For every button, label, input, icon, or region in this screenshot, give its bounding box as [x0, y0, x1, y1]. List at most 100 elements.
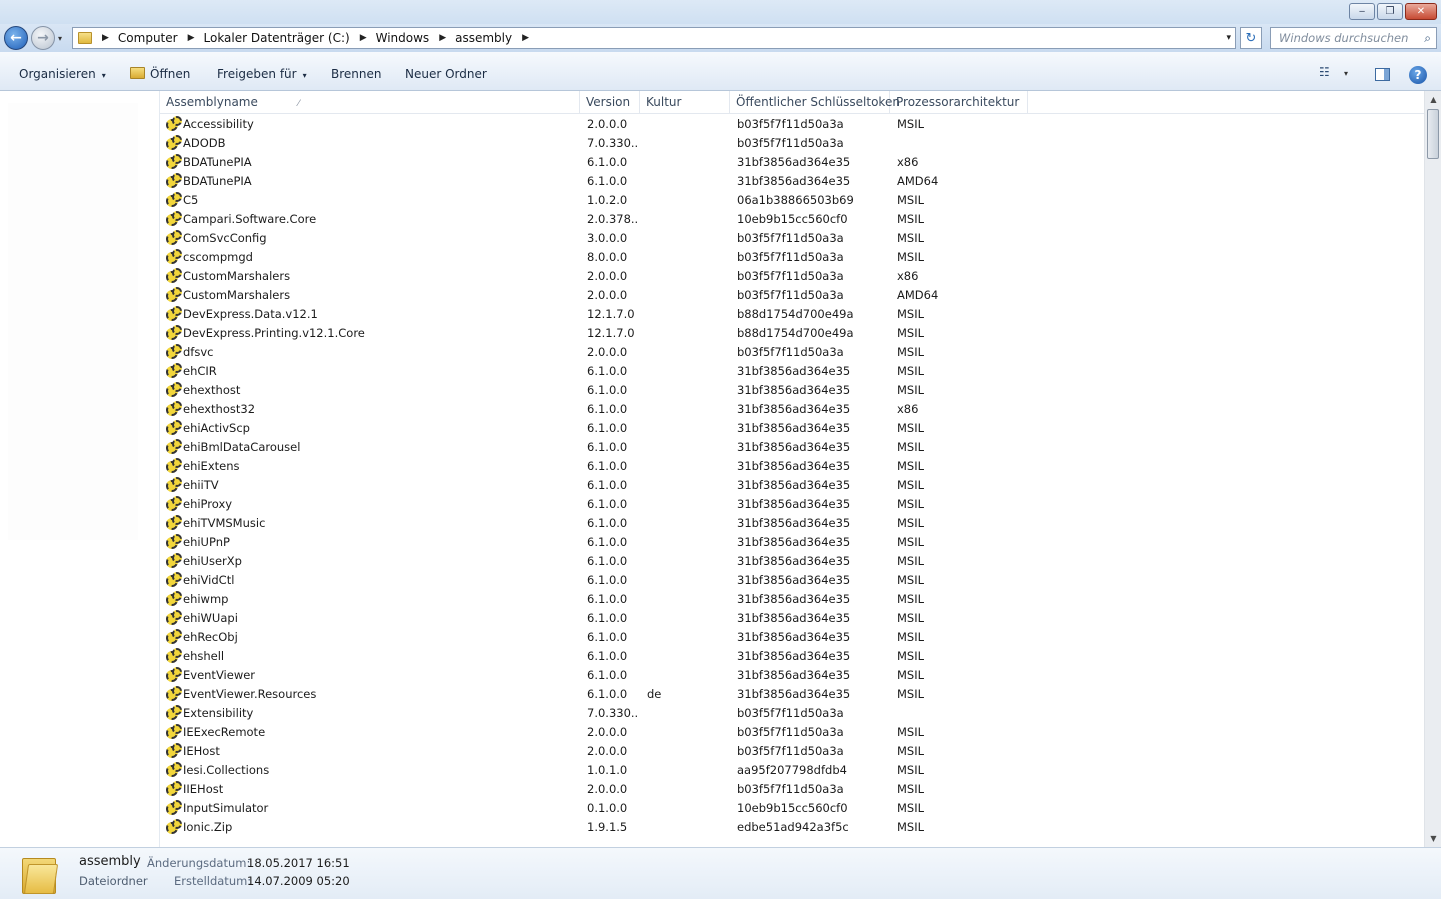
table-row[interactable]: ehexthost32 6.1.0.0 31bf3856ad364e35 x86 — [160, 400, 1424, 419]
public-key-token-cell-text: 31bf3856ad364e35 — [737, 440, 851, 454]
table-row[interactable]: ehexthost 6.1.0.0 31bf3856ad364e35 MSIL — [160, 381, 1424, 400]
table-row[interactable]: ehiVidCtl 6.1.0.0 31bf3856ad364e35 MSIL — [160, 571, 1424, 590]
column-header-version[interactable]: Version — [580, 91, 640, 114]
assembly-name-cell: DevExpress.Printing.v12.1.Core — [165, 324, 575, 343]
table-row[interactable]: cscompmgd 8.0.0.0 b03f5f7f11d50a3a MSIL — [160, 248, 1424, 267]
table-row[interactable]: IIEHost 2.0.0.0 b03f5f7f11d50a3a MSIL — [160, 780, 1424, 799]
scroll-up-button[interactable]: ▲ — [1425, 91, 1441, 108]
processor-architecture-cell-text: MSIL — [897, 649, 925, 663]
close-button[interactable]: ✕ — [1405, 3, 1437, 20]
table-row[interactable]: DevExpress.Data.v12.1 12.1.7.0 b88d1754d70… — [160, 305, 1424, 324]
assembly-name-cell: Extensibility — [165, 704, 575, 723]
table-row[interactable]: ehiWUapi 6.1.0.0 31bf3856ad364e35 MSIL — [160, 609, 1424, 628]
column-header-public-key-token[interactable]: Öffentlicher Schlüsseltoken — [730, 91, 900, 114]
back-button[interactable]: ← — [4, 26, 28, 50]
table-row[interactable]: ehiUPnP 6.1.0.0 31bf3856ad364e35 MSIL — [160, 533, 1424, 552]
table-row[interactable]: Accessibility 2.0.0.0 b03f5f7f11d50a3a MSIL — [160, 115, 1424, 134]
processor-architecture-cell: MSIL — [897, 324, 1017, 343]
table-row[interactable]: ComSvcConfig 3.0.0.0 b03f5f7f11d50a3a MSIL — [160, 229, 1424, 248]
assembly-name-cell-text: Campari.Software.Core — [183, 212, 317, 226]
table-row[interactable]: ehiActivScp 6.1.0.0 31bf3856ad364e35 MSIL — [160, 419, 1424, 438]
column-header-processor-architecture[interactable]: Prozessorarchitektur — [890, 91, 1028, 114]
refresh-button[interactable]: ↻ — [1240, 27, 1262, 49]
minimize-button[interactable]: ‒ — [1349, 3, 1375, 20]
version-cell: 2.0.0.0 — [587, 742, 639, 761]
breadcrumb-computer[interactable]: Computer — [118, 31, 178, 45]
open-button[interactable]: Öffnen — [130, 67, 190, 81]
table-row[interactable]: ADODB 7.0.330... b03f5f7f11d50a3a — [160, 134, 1424, 153]
assembly-list[interactable]: Assemblyname ⁄ Version Kultur Öffentliche… — [160, 91, 1424, 847]
assembly-name-cell: EventViewer — [165, 666, 575, 685]
table-row[interactable]: BDATunePIA 6.1.0.0 31bf3856ad364e35 AMD64 — [160, 172, 1424, 191]
table-row[interactable]: DevExpress.Printing.v12.1.Core 12.1.7.0 b8… — [160, 324, 1424, 343]
public-key-token-cell: 31bf3856ad364e35 — [737, 685, 887, 704]
preview-pane-icon[interactable] — [1375, 68, 1390, 81]
public-key-token-cell: b88d1754d700e49a — [737, 324, 887, 343]
view-options-dropdown[interactable]: ▾ — [1344, 69, 1348, 78]
public-key-token-cell-text: b03f5f7f11d50a3a — [737, 725, 844, 739]
search-icon[interactable]: ⌕ — [1424, 31, 1431, 46]
public-key-token-cell-text: 31bf3856ad364e35 — [737, 402, 851, 416]
table-row[interactable]: IEHost 2.0.0.0 b03f5f7f11d50a3a MSIL — [160, 742, 1424, 761]
table-row[interactable]: ehiiTV 6.1.0.0 31bf3856ad364e35 MSIL — [160, 476, 1424, 495]
table-row[interactable]: ehiTVMSMusic 6.1.0.0 31bf3856ad364e35 MSIL — [160, 514, 1424, 533]
table-row[interactable]: ehRecObj 6.1.0.0 31bf3856ad364e35 MSIL — [160, 628, 1424, 647]
table-row[interactable]: CustomMarshalers 2.0.0.0 b03f5f7f11d50a3a x… — [160, 267, 1424, 286]
culture-cell — [647, 172, 727, 191]
burn-button[interactable]: Brennen — [331, 67, 381, 81]
table-row[interactable]: Ionic.Zip 1.9.1.5 edbe51ad942a3f5c MSIL — [160, 818, 1424, 837]
change-view-icon[interactable]: ☷ — [1319, 65, 1330, 79]
navigation-tree[interactable] — [8, 103, 138, 540]
table-row[interactable]: Extensibility 7.0.330... b03f5f7f11d50a3a — [160, 704, 1424, 723]
table-row[interactable]: ehCIR 6.1.0.0 31bf3856ad364e35 MSIL — [160, 362, 1424, 381]
culture-cell — [647, 267, 727, 286]
table-row[interactable]: ehiExtens 6.1.0.0 31bf3856ad364e35 MSIL — [160, 457, 1424, 476]
organize-button[interactable]: Organisieren ▾ — [19, 67, 106, 81]
table-row[interactable]: ehiProxy 6.1.0.0 31bf3856ad364e35 MSIL — [160, 495, 1424, 514]
maximize-button[interactable]: ❐ — [1377, 3, 1403, 20]
address-history-dropdown[interactable]: ▾ — [1226, 33, 1231, 43]
table-row[interactable]: Campari.Software.Core 2.0.378... 10eb9b15c… — [160, 210, 1424, 229]
table-row[interactable]: ehiBmlDataCarousel 6.1.0.0 31bf3856ad364e3… — [160, 438, 1424, 457]
processor-architecture-cell-text: MSIL — [897, 763, 925, 777]
column-header-culture[interactable]: Kultur — [640, 91, 730, 114]
navigation-pane[interactable] — [0, 91, 160, 847]
column-header-assembly-name[interactable]: Assemblyname ⁄ — [160, 91, 580, 114]
breadcrumb-separator[interactable]: ▶ — [439, 33, 446, 43]
forward-button[interactable]: → — [31, 26, 55, 50]
new-folder-button[interactable]: Neuer Ordner — [405, 67, 487, 81]
address-bar[interactable]: ▶ Computer ▶ Lokaler Datenträger (C:) ▶ … — [72, 27, 1236, 49]
table-row[interactable]: BDATunePIA 6.1.0.0 31bf3856ad364e35 x86 — [160, 153, 1424, 172]
table-row[interactable]: dfsvc 2.0.0.0 b03f5f7f11d50a3a MSIL — [160, 343, 1424, 362]
public-key-token-cell-text: b03f5f7f11d50a3a — [737, 136, 844, 150]
vertical-scrollbar[interactable]: ▲ ▼ — [1424, 91, 1441, 847]
table-row[interactable]: C5 1.0.2.0 06a1b38866503b69 MSIL — [160, 191, 1424, 210]
recent-pages-dropdown[interactable]: ▾ — [58, 34, 62, 43]
breadcrumb-windows[interactable]: Windows — [376, 31, 430, 45]
assembly-icon — [165, 496, 182, 511]
assembly-icon — [165, 363, 182, 378]
table-row[interactable]: ehiUserXp 6.1.0.0 31bf3856ad364e35 MSIL — [160, 552, 1424, 571]
assembly-name-cell: ehCIR — [165, 362, 575, 381]
search-input[interactable] — [1271, 28, 1411, 48]
breadcrumb-separator[interactable]: ▶ — [522, 33, 529, 43]
table-row[interactable]: EventViewer.Resources 6.1.0.0 de 31bf3856ad… — [160, 685, 1424, 704]
table-row[interactable]: Iesi.Collections 1.0.1.0 aa95f207798dfdb4 M… — [160, 761, 1424, 780]
assembly-icon — [165, 154, 182, 169]
scroll-down-button[interactable]: ▼ — [1425, 830, 1441, 847]
breadcrumb-separator[interactable]: ▶ — [188, 33, 195, 43]
share-with-button[interactable]: Freigeben für ▾ — [217, 67, 307, 81]
table-row[interactable]: EventViewer 6.1.0.0 31bf3856ad364e35 MSIL — [160, 666, 1424, 685]
help-icon[interactable]: ? — [1409, 66, 1427, 84]
table-row[interactable]: CustomMarshalers 2.0.0.0 b03f5f7f11d50a3a A… — [160, 286, 1424, 305]
breadcrumb-separator[interactable]: ▶ — [102, 33, 109, 43]
search-box[interactable]: ⌕ — [1270, 27, 1437, 49]
table-row[interactable]: IEExecRemote 2.0.0.0 b03f5f7f11d50a3a MSIL — [160, 723, 1424, 742]
breadcrumb-assembly[interactable]: assembly — [455, 31, 512, 45]
breadcrumb-local-disk[interactable]: Lokaler Datenträger (C:) — [204, 31, 350, 45]
scrollbar-thumb[interactable] — [1427, 109, 1439, 159]
table-row[interactable]: InputSimulator 0.1.0.0 10eb9b15cc560cf0 MSI… — [160, 799, 1424, 818]
table-row[interactable]: ehiwmp 6.1.0.0 31bf3856ad364e35 MSIL — [160, 590, 1424, 609]
breadcrumb-separator[interactable]: ▶ — [360, 33, 367, 43]
table-row[interactable]: ehshell 6.1.0.0 31bf3856ad364e35 MSIL — [160, 647, 1424, 666]
